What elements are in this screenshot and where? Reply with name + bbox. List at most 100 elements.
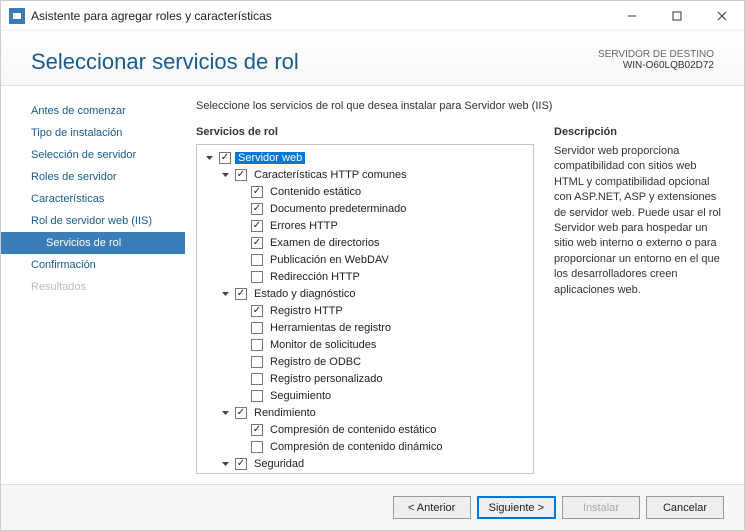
tree-node-label[interactable]: Registro HTTP xyxy=(267,305,346,317)
collapse-icon[interactable] xyxy=(219,169,231,181)
collapse-icon[interactable] xyxy=(219,407,231,419)
checkbox[interactable] xyxy=(251,339,263,351)
checkbox[interactable] xyxy=(251,254,263,266)
checkbox[interactable] xyxy=(219,152,231,164)
page-title: Seleccionar servicios de rol xyxy=(31,49,299,75)
tree-row[interactable]: Estado y diagnóstico xyxy=(215,285,531,302)
nav-item: Resultados xyxy=(1,276,185,298)
tree-node-label[interactable]: Registro de ODBC xyxy=(267,356,364,368)
checkbox[interactable] xyxy=(235,407,247,419)
body: Antes de comenzarTipo de instalaciónSele… xyxy=(1,86,744,484)
checkbox[interactable] xyxy=(251,356,263,368)
tree-node-label[interactable]: Examen de directorios xyxy=(267,237,382,249)
checkbox[interactable] xyxy=(251,271,263,283)
description-text: Servidor web proporciona compatibilidad … xyxy=(554,144,724,298)
tree-node-label[interactable]: Compresión de contenido estático xyxy=(267,424,439,436)
nav-item[interactable]: Antes de comenzar xyxy=(1,100,185,122)
tree-node-label[interactable]: Documento predeterminado xyxy=(267,203,409,215)
destination-info: SERVIDOR DE DESTINO WIN-O60LQB02D72 xyxy=(598,49,714,71)
tree-row[interactable]: Monitor de solicitudes xyxy=(231,336,531,353)
nav-item[interactable]: Rol de servidor web (IIS) xyxy=(1,210,185,232)
tree-row[interactable]: Servidor web xyxy=(199,149,531,166)
checkbox[interactable] xyxy=(251,441,263,453)
tree-node-label[interactable]: Publicación en WebDAV xyxy=(267,254,392,266)
tree-node-label[interactable]: Seguimiento xyxy=(267,390,334,402)
checkbox[interactable] xyxy=(251,220,263,232)
tree-row[interactable]: Herramientas de registro xyxy=(231,319,531,336)
tree-node-label[interactable]: Compresión de contenido dinámico xyxy=(267,441,445,453)
checkbox[interactable] xyxy=(251,424,263,436)
install-button[interactable]: Instalar xyxy=(562,496,640,519)
header: Seleccionar servicios de rol SERVIDOR DE… xyxy=(1,31,744,86)
nav-item[interactable]: Servicios de rol xyxy=(1,232,185,254)
collapse-icon[interactable] xyxy=(203,152,215,164)
main-content: Seleccione los servicios de rol que dese… xyxy=(186,86,744,484)
next-button[interactable]: Siguiente > xyxy=(477,496,556,519)
tree-row[interactable]: Documento predeterminado xyxy=(231,200,531,217)
tree-row[interactable]: Registro de ODBC xyxy=(231,353,531,370)
checkbox[interactable] xyxy=(235,169,247,181)
description-title: Descripción xyxy=(554,126,724,138)
description-column: Descripción Servidor web proporciona com… xyxy=(554,126,724,474)
maximize-button[interactable] xyxy=(654,1,699,31)
tree-node-label[interactable]: Herramientas de registro xyxy=(267,322,394,334)
tree-row[interactable]: Redirección HTTP xyxy=(231,268,531,285)
tree-node-label[interactable]: Características HTTP comunes xyxy=(251,169,410,181)
tree-row[interactable]: Compresión de contenido dinámico xyxy=(231,438,531,455)
roles-tree[interactable]: Servidor web Características HTTP comunes… xyxy=(196,144,534,474)
roles-column: Servicios de rol Servidor web Característ… xyxy=(196,126,534,474)
instruction-text: Seleccione los servicios de rol que dese… xyxy=(196,100,724,112)
tree-node-label[interactable]: Contenido estático xyxy=(267,186,364,198)
tree-node-label[interactable]: Estado y diagnóstico xyxy=(251,288,359,300)
app-icon xyxy=(9,8,25,24)
checkbox[interactable] xyxy=(251,186,263,198)
tree-row[interactable]: Compresión de contenido estático xyxy=(231,421,531,438)
previous-button[interactable]: < Anterior xyxy=(393,496,471,519)
tree-node-label[interactable]: Redirección HTTP xyxy=(267,271,363,283)
tree-row[interactable]: Publicación en WebDAV xyxy=(231,251,531,268)
window-title: Asistente para agregar roles y caracterí… xyxy=(31,9,609,23)
nav-item[interactable]: Selección de servidor xyxy=(1,144,185,166)
checkbox[interactable] xyxy=(251,373,263,385)
nav-item[interactable]: Roles de servidor xyxy=(1,166,185,188)
collapse-icon[interactable] xyxy=(219,288,231,300)
checkbox[interactable] xyxy=(251,322,263,334)
checkbox[interactable] xyxy=(251,305,263,317)
minimize-button[interactable] xyxy=(609,1,654,31)
nav-item[interactable]: Características xyxy=(1,188,185,210)
wizard-window: Asistente para agregar roles y caracterí… xyxy=(0,0,745,531)
nav-item[interactable]: Tipo de instalación xyxy=(1,122,185,144)
tree-node-label[interactable]: Rendimiento xyxy=(251,407,319,419)
checkbox[interactable] xyxy=(235,458,247,470)
tree-row[interactable]: Seguridad xyxy=(215,455,531,472)
roles-title: Servicios de rol xyxy=(196,126,534,138)
tree-node-label[interactable]: Seguridad xyxy=(251,458,307,470)
tree-row[interactable]: Características HTTP comunes xyxy=(215,166,531,183)
nav-sidebar: Antes de comenzarTipo de instalaciónSele… xyxy=(1,86,186,484)
cancel-button[interactable]: Cancelar xyxy=(646,496,724,519)
tree-row[interactable]: Registro HTTP xyxy=(231,302,531,319)
close-button[interactable] xyxy=(699,1,744,31)
destination-server: WIN-O60LQB02D72 xyxy=(598,60,714,71)
columns: Servicios de rol Servidor web Característ… xyxy=(196,126,724,474)
checkbox[interactable] xyxy=(235,288,247,300)
titlebar: Asistente para agregar roles y caracterí… xyxy=(1,1,744,31)
tree-row[interactable]: Registro personalizado xyxy=(231,370,531,387)
checkbox[interactable] xyxy=(251,237,263,249)
tree-row[interactable]: Errores HTTP xyxy=(231,217,531,234)
tree-node-label[interactable]: Monitor de solicitudes xyxy=(267,339,379,351)
checkbox[interactable] xyxy=(251,390,263,402)
collapse-icon[interactable] xyxy=(219,458,231,470)
tree-row[interactable]: Seguimiento xyxy=(231,387,531,404)
window-controls xyxy=(609,1,744,31)
tree-row[interactable]: Rendimiento xyxy=(215,404,531,421)
tree-row[interactable]: Contenido estático xyxy=(231,183,531,200)
nav-item[interactable]: Confirmación xyxy=(1,254,185,276)
tree-node-label[interactable]: Servidor web xyxy=(235,152,305,164)
tree-node-label[interactable]: Errores HTTP xyxy=(267,220,341,232)
tree-row[interactable]: Examen de directorios xyxy=(231,234,531,251)
footer: < Anterior Siguiente > Instalar Cancelar xyxy=(1,484,744,530)
tree-node-label[interactable]: Registro personalizado xyxy=(267,373,386,385)
checkbox[interactable] xyxy=(251,203,263,215)
destination-label: SERVIDOR DE DESTINO xyxy=(598,49,714,60)
